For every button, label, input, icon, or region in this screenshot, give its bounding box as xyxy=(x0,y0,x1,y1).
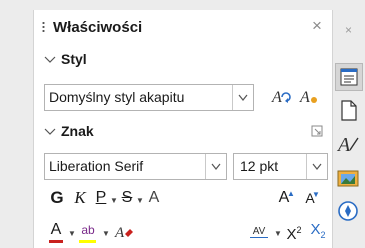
strikethrough-dropdown-icon[interactable]: ▼ xyxy=(136,196,144,205)
navigator-icon xyxy=(338,201,358,221)
subscript-button[interactable]: X2 xyxy=(308,220,328,245)
spacing-arrow-icon xyxy=(250,237,268,238)
font-size-value: 12 pkt xyxy=(240,158,279,174)
font-name-value: Liberation Serif xyxy=(49,158,144,174)
tab-gallery[interactable] xyxy=(335,164,363,192)
paragraph-style-dropdown[interactable] xyxy=(232,85,253,110)
highlight-label: ab xyxy=(81,223,95,237)
more-options-icon[interactable] xyxy=(311,125,323,137)
properties-panel: Właściwości × Styl Domyślny styl akapitu… xyxy=(33,10,333,248)
underline-button[interactable]: P xyxy=(94,188,108,208)
font-name-dropdown[interactable] xyxy=(205,154,226,179)
subscript-base: X xyxy=(310,221,321,238)
font-name-combo[interactable]: Liberation Serif xyxy=(44,153,227,180)
font-color-swatch xyxy=(49,240,63,243)
tab-properties[interactable] xyxy=(335,63,363,91)
new-style-button[interactable]: A xyxy=(298,85,320,107)
svg-text:A: A xyxy=(271,89,282,106)
section-znak-title: Znak xyxy=(61,123,94,139)
grow-font-button[interactable]: A ▲ xyxy=(274,188,295,208)
superscript-base: X xyxy=(286,226,297,243)
shadow-button[interactable]: A xyxy=(146,188,162,208)
character-spacing-button[interactable]: AV xyxy=(248,222,270,242)
highlight-button[interactable]: ab xyxy=(78,220,98,243)
font-color-dropdown-icon[interactable]: ▼ xyxy=(68,229,76,238)
highlight-dropdown-icon[interactable]: ▼ xyxy=(102,229,110,238)
superscript-button[interactable]: X2 xyxy=(284,220,304,245)
chevron-down-icon xyxy=(44,56,56,63)
paragraph-style-combo[interactable]: Domyślny styl akapitu xyxy=(44,84,254,111)
panel-titlebar: Właściwości × xyxy=(34,10,334,46)
superscript-exp: 2 xyxy=(296,225,302,235)
underline-dropdown-icon[interactable]: ▼ xyxy=(110,196,118,205)
tab-navigator[interactable] xyxy=(335,198,363,226)
update-style-button[interactable]: A xyxy=(270,85,292,107)
svg-text:A: A xyxy=(114,225,125,241)
italic-button[interactable]: K xyxy=(72,188,88,208)
properties-icon xyxy=(340,68,358,86)
strikethrough-button[interactable]: S xyxy=(120,188,134,208)
drag-grip-icon[interactable] xyxy=(42,21,45,34)
shrink-font-button[interactable]: A ▼ xyxy=(300,188,320,208)
font-color-label: A xyxy=(50,221,62,238)
close-panel-button[interactable]: × xyxy=(312,16,322,36)
font-color-button[interactable]: A xyxy=(48,220,64,243)
subscript-exp: 2 xyxy=(320,230,326,240)
paragraph-style-value: Domyślny styl akapitu xyxy=(49,89,185,105)
section-znak-header[interactable]: Znak xyxy=(34,122,334,144)
eraser-icon: A xyxy=(114,225,133,241)
chevron-down-icon xyxy=(312,163,322,170)
tab-page[interactable] xyxy=(335,97,363,125)
character-spacing-label: AV xyxy=(252,226,266,237)
svg-text:A: A xyxy=(336,134,351,156)
sidebar-close-button[interactable]: × xyxy=(345,23,352,37)
font-size-combo[interactable]: 12 pkt xyxy=(233,153,328,180)
styles-icon: A xyxy=(336,134,359,156)
character-spacing-dropdown-icon[interactable]: ▼ xyxy=(274,229,282,238)
clear-formatting-button[interactable]: A xyxy=(114,220,134,242)
sidebar-tabbar: × A xyxy=(334,10,365,248)
new-style-icon: A xyxy=(299,89,317,106)
font-size-dropdown[interactable] xyxy=(306,154,327,179)
bold-button[interactable]: G xyxy=(48,188,66,208)
tab-styles[interactable]: A xyxy=(335,130,363,158)
section-styl-header[interactable]: Styl xyxy=(34,50,334,72)
chevron-down-icon xyxy=(44,128,56,135)
chevron-down-icon xyxy=(211,163,221,170)
page-icon xyxy=(341,100,357,121)
arrow-up-icon: ▲ xyxy=(287,189,295,198)
panel-title: Właściwości xyxy=(53,19,143,36)
svg-text:A: A xyxy=(299,89,310,106)
section-styl-title: Styl xyxy=(61,51,87,67)
chevron-down-icon xyxy=(238,94,248,101)
update-style-icon: A xyxy=(271,89,291,106)
gallery-icon xyxy=(337,170,359,187)
arrow-down-icon: ▼ xyxy=(312,190,320,199)
highlight-swatch xyxy=(79,240,96,243)
